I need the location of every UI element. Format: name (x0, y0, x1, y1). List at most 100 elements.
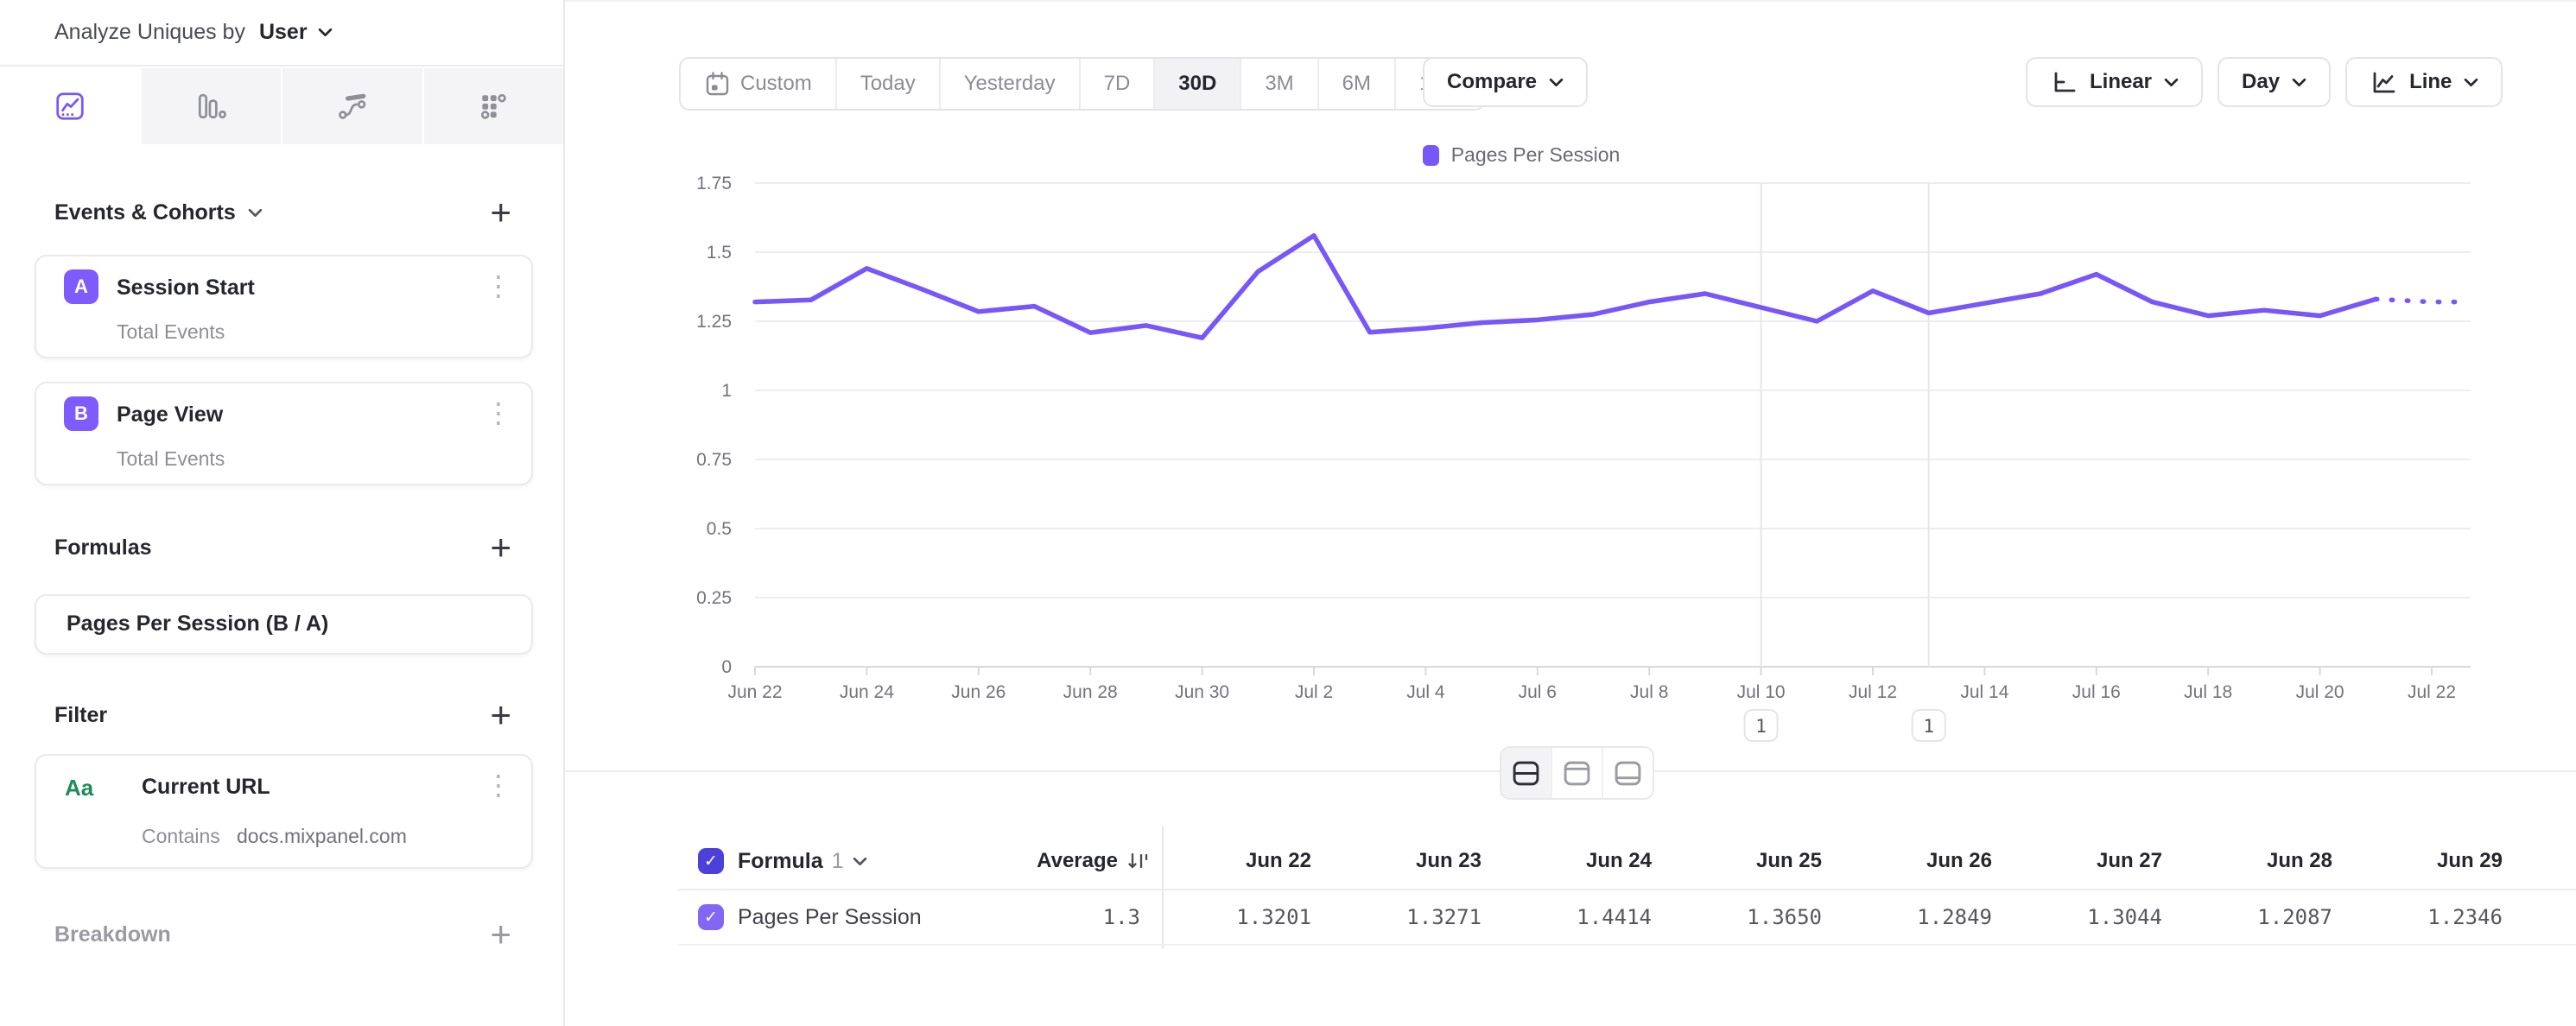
filter-property[interactable]: Current URL (142, 775, 270, 800)
date-col-header: Jun 27 (2013, 849, 2183, 873)
event-title[interactable]: Session Start (117, 276, 255, 301)
formulas-section-header: Formulas + (54, 530, 529, 565)
svg-text:Jul 8: Jul 8 (1630, 682, 1668, 702)
kebab-menu-icon[interactable]: ⋮ (485, 397, 512, 428)
tab-bar-chart[interactable] (140, 68, 282, 144)
formula-expression[interactable]: Pages Per Session (B / A) (67, 611, 328, 636)
svg-text:1.75: 1.75 (696, 174, 732, 193)
legend-swatch (1423, 145, 1439, 166)
date-col-value: 1.3650 (1672, 905, 1843, 929)
text-property-icon: Aa (65, 775, 93, 801)
add-filter-button[interactable]: + (490, 698, 511, 732)
svg-text:0.75: 0.75 (696, 450, 732, 470)
add-formula-button[interactable]: + (490, 530, 511, 565)
svg-text:Jul 6: Jul 6 (1519, 682, 1557, 702)
range-3m[interactable]: 3M (1241, 59, 1318, 109)
filter-value[interactable]: docs.mixpanel.com (237, 825, 407, 848)
event-title[interactable]: Page View (117, 402, 223, 428)
results-table: ✓ Formula 1 Average Jun 22Jun 23Jun 24Ju… (678, 833, 2576, 947)
date-col-header: Jun 29 (2353, 849, 2523, 873)
compare-label: Compare (1447, 70, 1537, 94)
date-col-value: 1.2346 (2353, 905, 2523, 929)
compare-button[interactable]: Compare (1423, 57, 1588, 107)
series-checkbox[interactable]: ✓ (698, 904, 724, 930)
date-col-header: Jun 22 (1162, 849, 1332, 873)
range-label: Custom (740, 72, 812, 96)
select-all-checkbox[interactable]: ✓ (698, 848, 724, 874)
retention-grid-icon (478, 91, 509, 122)
average-column-header[interactable]: Average (1037, 849, 1162, 873)
date-col-header: Jun 25 (1672, 849, 1843, 873)
chart-legend[interactable]: Pages Per Session (565, 143, 2478, 167)
formula-card[interactable]: Pages Per Session (B / A) (35, 594, 533, 655)
date-col-value: 1.4414 (1502, 905, 1672, 929)
date-col-value: 1.3044 (2013, 905, 2183, 929)
layout-chart-view-button[interactable] (1552, 748, 1603, 798)
svg-text:Jun 22: Jun 22 (727, 682, 782, 702)
events-section-header: Events & Cohorts + (54, 195, 529, 230)
chevron-down-icon (2164, 78, 2179, 87)
range-label: Today (860, 72, 916, 96)
chart-canvas[interactable]: 00.250.50.7511.251.51.75Jun 22Jun 24Jun … (565, 130, 2576, 755)
kebab-menu-icon[interactable]: ⋮ (485, 770, 512, 801)
filter-card-current-url[interactable]: Aa Current URL ⋮ Contains docs.mixpanel.… (35, 754, 533, 869)
tab-insights-line[interactable] (0, 68, 140, 144)
add-breakdown-button[interactable]: + (490, 917, 511, 952)
chevron-down-icon (318, 28, 333, 37)
svg-text:Jul 16: Jul 16 (2072, 682, 2121, 702)
chevron-down-icon (2292, 78, 2306, 87)
interval-selector-button[interactable]: Day (2218, 57, 2331, 107)
table-view-icon (1614, 760, 1642, 787)
formula-group-label: Formula (738, 849, 823, 874)
chart-type-label: Line (2409, 70, 2452, 94)
range-6m[interactable]: 6M (1319, 59, 1396, 109)
svg-text:Jul 14: Jul 14 (1960, 682, 2008, 702)
table-header-frozen: ✓ Formula 1 Average (678, 833, 1162, 889)
analyze-header: Analyze Uniques by User (0, 0, 563, 66)
sort-descending-icon[interactable] (1126, 850, 1150, 873)
range-custom[interactable]: Custom (681, 59, 837, 109)
scale-label: Linear (2090, 70, 2152, 94)
chevron-down-icon (2464, 78, 2478, 87)
add-event-button[interactable]: + (490, 195, 511, 230)
event-badge-a: A (64, 269, 98, 304)
range-label: 7D (1104, 72, 1131, 96)
series-row-label: Pages Per Session (738, 905, 922, 930)
range-yesterday[interactable]: Yesterday (941, 59, 1081, 109)
svg-text:1.25: 1.25 (696, 312, 732, 332)
layout-toggle-group (1500, 746, 1654, 800)
chart-type-selector-button[interactable]: Line (2345, 57, 2503, 107)
svg-text:Jul 20: Jul 20 (2296, 682, 2344, 702)
tab-retention[interactable] (422, 68, 564, 144)
line-chart: 00.250.50.7511.251.51.75Jun 22Jun 24Jun … (565, 130, 2576, 755)
table-data-row: ✓ Pages Per Session 1.3 1.32011.32711.44… (678, 890, 2576, 946)
scale-selector-button[interactable]: Linear (2026, 57, 2203, 107)
event-measurement[interactable]: Total Events (117, 320, 225, 344)
date-col-header: Jun 24 (1502, 849, 1672, 873)
filter-operator[interactable]: Contains (142, 825, 220, 848)
chart-controls: Linear Day Line (2026, 57, 2503, 107)
filter-section-header: Filter + (54, 698, 529, 732)
event-card-page-view[interactable]: B Page View ⋮ Total Events (35, 382, 533, 485)
svg-text:Jul 22: Jul 22 (2408, 682, 2456, 702)
svg-text:Jun 26: Jun 26 (951, 682, 1006, 702)
line-chart-type-icon (2370, 69, 2397, 95)
date-col-value: 1.2849 (1843, 905, 2013, 929)
layout-split-view-button[interactable] (1501, 748, 1552, 798)
chevron-down-icon[interactable] (248, 208, 263, 218)
event-measurement[interactable]: Total Events (117, 447, 225, 471)
range-7d[interactable]: 7D (1081, 59, 1156, 109)
svg-text:Jul 18: Jul 18 (2184, 682, 2232, 702)
date-col-header: Jun 23 (1332, 849, 1502, 873)
analyze-value-dropdown[interactable]: User (259, 20, 308, 45)
range-30d[interactable]: 30D (1155, 59, 1241, 109)
layout-table-view-button[interactable] (1603, 748, 1653, 798)
svg-text:Jul 4: Jul 4 (1406, 682, 1445, 702)
formula-group-dropdown[interactable]: Formula 1 (738, 849, 867, 874)
range-today[interactable]: Today (837, 59, 941, 109)
date-column-values: 1.32011.32711.44141.36501.28491.30441.20… (1162, 890, 2523, 944)
flows-icon (337, 91, 368, 122)
kebab-menu-icon[interactable]: ⋮ (485, 270, 512, 301)
event-card-session-start[interactable]: A Session Start ⋮ Total Events (35, 255, 533, 358)
tab-flows[interactable] (281, 68, 422, 144)
